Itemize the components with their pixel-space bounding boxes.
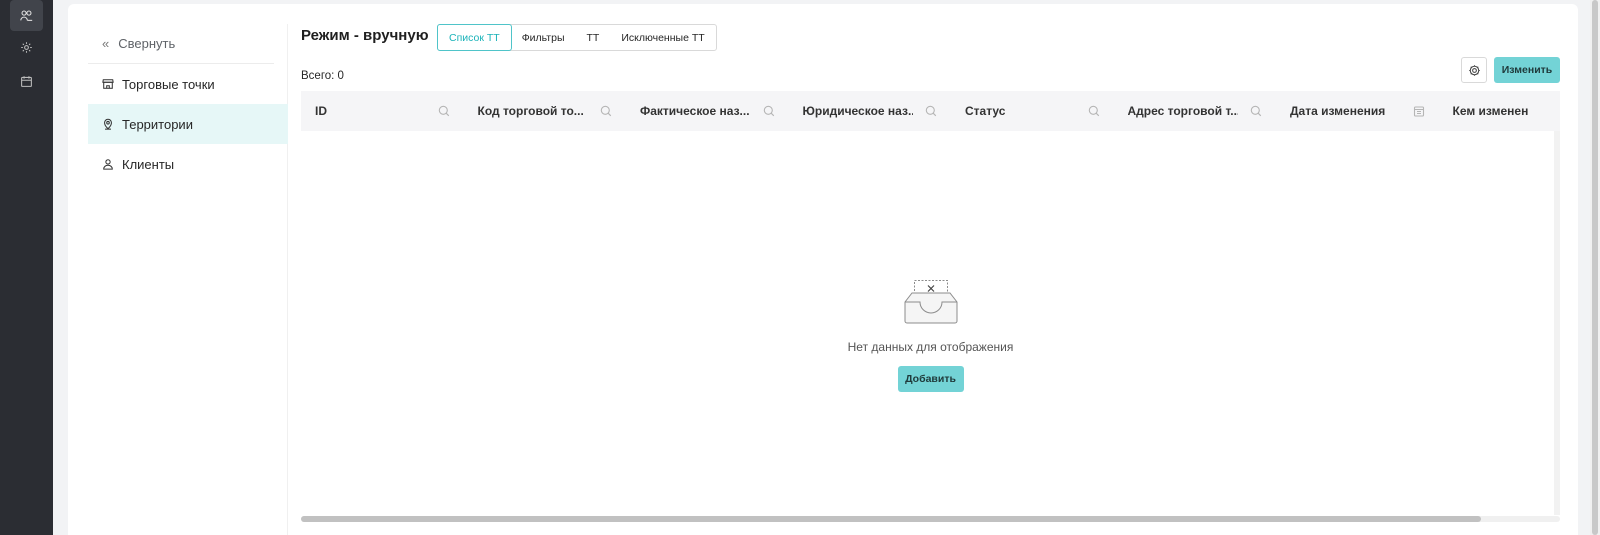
column-label: Кем изменен — [1452, 104, 1529, 118]
column-label: Код торговой то... — [477, 104, 584, 118]
user-icon — [103, 159, 113, 170]
edit-button[interactable]: Изменить — [1494, 57, 1560, 83]
tab-excluded-tt[interactable]: Исключенные ТТ — [610, 25, 715, 50]
empty-message: Нет данных для отображения — [847, 340, 1014, 354]
search-icon[interactable] — [438, 105, 450, 117]
tab-filters[interactable]: Фильтры — [511, 25, 576, 50]
nav-item-stores[interactable]: Торговые точки — [88, 64, 288, 104]
calendar-icon[interactable] — [1413, 105, 1425, 117]
rail-calendar-button[interactable] — [10, 66, 43, 97]
column-header-id[interactable]: ID — [301, 91, 464, 131]
search-icon[interactable] — [925, 105, 937, 117]
column-header-modified-by[interactable]: Кем изменен — [1439, 91, 1561, 131]
gear-icon — [21, 42, 32, 53]
column-header-legal-name[interactable]: Юридическое наз... — [789, 91, 952, 131]
empty-state: Нет данных для отображения Добавить — [301, 280, 1560, 392]
search-icon[interactable] — [1088, 105, 1100, 117]
table-settings-button[interactable] — [1461, 57, 1487, 83]
rail-settings-button[interactable] — [10, 32, 43, 63]
column-label: Фактическое наз... — [640, 104, 750, 118]
scrollbar-thumb[interactable] — [301, 516, 1481, 522]
secondary-nav: « Свернуть Торговые точки Территории Кли… — [88, 24, 288, 535]
column-header-modified-date[interactable]: Дата изменения — [1276, 91, 1439, 131]
nav-item-territories[interactable]: Территории — [88, 104, 288, 144]
column-header-actual-name[interactable]: Фактическое наз... — [626, 91, 789, 131]
collapse-button[interactable]: « Свернуть — [88, 24, 274, 64]
tab-store-list[interactable]: Список ТТ — [437, 24, 512, 51]
column-label: Статус — [965, 104, 1006, 118]
double-chevron-left-icon: « — [102, 36, 110, 51]
calendar-icon — [21, 76, 32, 87]
column-label: Дата изменения — [1290, 104, 1386, 118]
column-header-status[interactable]: Статус — [951, 91, 1114, 131]
total-count: Всего: 0 — [301, 70, 344, 82]
page-scrollbar-thumb[interactable] — [1592, 0, 1598, 535]
column-header-store-address[interactable]: Адрес торговой т... — [1114, 91, 1277, 131]
gear-icon — [1468, 64, 1480, 76]
page-scrollbar[interactable] — [1590, 0, 1600, 535]
map-pin-icon — [104, 118, 112, 130]
table-header: ID Код торговой то... Фактическое наз...… — [301, 91, 1560, 131]
users-icon — [20, 10, 33, 21]
page-title: Режим - вручную — [301, 27, 429, 44]
empty-inbox-icon — [904, 280, 957, 324]
tab-tt[interactable]: ТТ — [576, 25, 611, 50]
collapse-label: Свернуть — [118, 36, 176, 51]
nav-item-label: Торговые точки — [122, 76, 215, 92]
table-horizontal-scrollbar[interactable] — [301, 516, 1560, 522]
nav-item-clients[interactable]: Клиенты — [88, 144, 288, 184]
search-icon[interactable] — [763, 105, 775, 117]
add-button[interactable]: Добавить — [897, 366, 964, 392]
view-tabs: Список ТТ Фильтры ТТ Исключенные ТТ — [437, 24, 717, 51]
column-label: ID — [315, 104, 327, 118]
column-header-store-code[interactable]: Код торговой то... — [464, 91, 627, 131]
store-icon — [102, 79, 114, 89]
rail-users-button[interactable] — [10, 0, 43, 31]
app-rail — [0, 0, 53, 535]
nav-item-label: Территории — [122, 116, 193, 132]
column-label: Юридическое наз... — [802, 104, 913, 118]
search-icon[interactable] — [1250, 105, 1262, 117]
search-icon[interactable] — [600, 105, 612, 117]
nav-item-label: Клиенты — [122, 156, 175, 172]
column-label: Адрес торговой т... — [1127, 104, 1238, 118]
